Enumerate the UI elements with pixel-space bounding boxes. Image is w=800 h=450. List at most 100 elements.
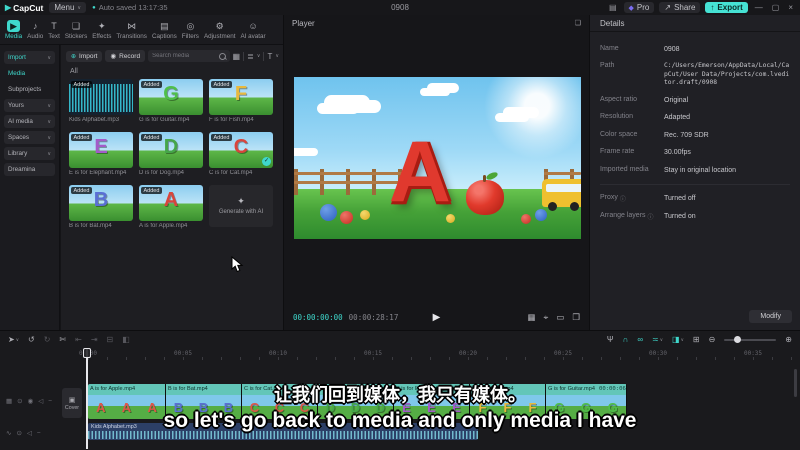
detail-label: Resolution <box>600 113 634 121</box>
autosave-status: ● Auto saved 13:17:35 <box>92 3 167 12</box>
tab-transitions[interactable]: ⋈ Transitions <box>115 20 148 40</box>
detail-label: Path <box>600 62 615 70</box>
media-toolbar: ⊕ Import ◉ Record Search media ▦ ≣ ∨ T ∨ <box>66 49 279 63</box>
select-tool[interactable]: ➤ ∨ <box>8 335 19 344</box>
zoom-slider[interactable] <box>724 336 777 343</box>
sidebar-item-library[interactable]: Library ∨ <box>4 147 55 160</box>
timeline-ruler[interactable]: 00:0000:0500:1000:1500:2000:2500:3000:35 <box>0 348 800 361</box>
media-item[interactable]: Added F F is for Fish.mp4 <box>209 79 275 123</box>
detail-value: Turned on <box>664 212 696 220</box>
detail-label: Arrange layers ⓘ <box>600 211 654 221</box>
media-item[interactable]: Added G G is for Guitar.mp4 <box>139 79 205 123</box>
sidebar-item-media[interactable]: Media <box>4 67 55 80</box>
filter-type-icon[interactable]: T <box>267 52 272 61</box>
grid-view-icon[interactable]: ▦ <box>233 52 241 61</box>
detail-row-frame-rate: Frame rate 30.00fps <box>590 144 800 161</box>
split-button[interactable]: ✄ <box>59 335 66 344</box>
media-item[interactable]: Added D D is for Dog.mp4 <box>139 132 205 176</box>
ratio-icon[interactable]: ▭ <box>556 312 564 323</box>
preview-toggle[interactable]: ≍ ∨ <box>652 335 663 344</box>
zoom-in-button[interactable]: ⊕ <box>785 335 792 344</box>
media-item[interactable]: Added A A is for Apple.mp4 <box>139 185 205 229</box>
media-thumbnail[interactable]: Added E <box>69 132 133 168</box>
feedback-icon[interactable]: ▤ <box>607 3 619 12</box>
media-item-name: D is for Dog.mp4 <box>139 170 185 176</box>
share-button[interactable]: ↗ Share <box>659 2 701 13</box>
ruler-label: 00:35 <box>743 350 763 357</box>
media-item[interactable]: Added B B is for Bat.mp4 <box>69 185 135 229</box>
delete-right-button[interactable]: ⇥ <box>91 335 98 344</box>
link-toggle[interactable]: ∞ <box>637 335 643 344</box>
tab-stickers[interactable]: ❏ Stickers <box>64 20 88 40</box>
media-thumbnail[interactable]: Added G <box>139 79 203 115</box>
layout-toggle[interactable]: ◨ ∨ <box>672 335 684 344</box>
sidebar-item-import[interactable]: Import ∨ <box>4 51 55 64</box>
sidebar-item-dreamina[interactable]: Dreamina <box>4 163 55 176</box>
close-button[interactable]: × <box>786 3 795 12</box>
total-timecode: 00:00:28:17 <box>348 312 399 322</box>
tab-ai-avatar[interactable]: ☺ AI avatar <box>239 20 266 40</box>
maximize-button[interactable]: ▢ <box>770 3 782 12</box>
snapshot-icon[interactable]: ⌖ <box>544 312 549 323</box>
media-thumbnail[interactable]: Added C ✓ <box>209 132 273 168</box>
sort-icon[interactable]: ≣ <box>247 52 254 61</box>
sidebar-item-label: Dreamina <box>8 166 36 173</box>
media-item[interactable]: Added C ✓ C is for Cat.mp4 <box>209 132 275 176</box>
tab-filters[interactable]: ◎ Filters <box>181 20 200 40</box>
expand-panel-icon[interactable]: ❏ <box>575 19 581 27</box>
media-item[interactable]: Added Kids Alphabet.mp3 <box>69 79 135 123</box>
media-item[interactable]: Added E E is for Elephant.mp4 <box>69 132 135 176</box>
tab-captions[interactable]: ▤ Captions <box>151 20 178 40</box>
sidebar-item-subprojects[interactable]: Subprojects <box>4 83 55 96</box>
tab-audio[interactable]: ♪ Audio <box>26 20 44 40</box>
detail-label: Proxy ⓘ <box>600 194 626 204</box>
modify-button[interactable]: Modify <box>749 310 792 323</box>
media-thumbnail[interactable]: Added A <box>139 185 203 221</box>
fullscreen-icon[interactable]: ❒ <box>572 312 580 323</box>
media-thumbnail[interactable]: Added B <box>69 185 133 221</box>
tab-text[interactable]: T Text <box>47 20 61 40</box>
search-input[interactable]: Search media <box>148 50 230 62</box>
menu-button[interactable]: Menu ∨ <box>49 2 87 13</box>
sidebar-item-yours[interactable]: Yours ∨ <box>4 99 55 112</box>
zoom-out-button[interactable]: ⊖ <box>709 335 716 344</box>
record-button[interactable]: ◉ Record <box>105 50 146 62</box>
mask-button[interactable]: ◧ <box>122 335 130 344</box>
media-thumbnail[interactable]: Added D <box>139 132 203 168</box>
voiceover-mic-button[interactable]: Ψ <box>607 335 614 344</box>
export-button[interactable]: ↑ Export <box>705 2 748 13</box>
sidebar-item-spaces[interactable]: Spaces ∨ <box>4 131 55 144</box>
mirror-preview-icon[interactable]: ▦ <box>528 312 536 323</box>
undo-button[interactable]: ↺ <box>28 335 35 344</box>
search-icon[interactable] <box>218 52 226 60</box>
pro-button[interactable]: ◆ Pro <box>623 2 655 13</box>
tab-media[interactable]: ▶ Media <box>4 19 23 40</box>
import-label: Import <box>79 52 98 60</box>
media-thumbnail[interactable]: Added F <box>209 79 273 115</box>
detail-value: Rec. 709 SDR <box>664 131 709 139</box>
app-logo: ▶ CapCut <box>5 3 43 13</box>
detail-row-color-space: Color space Rec. 709 SDR <box>590 127 800 144</box>
title-bar: ▶ CapCut Menu ∨ ● Auto saved 13:17:35 09… <box>0 0 800 15</box>
export-icon: ↑ <box>710 3 715 12</box>
timeline-toolbar: ➤ ∨ ↺ ↻ ✄ ⇤ ⇥ ⊟ ◧ Ψ ∩ ∞ ≍ ∨ ◨ ∨ ⊞ ⊖ ⊕ <box>0 331 800 348</box>
delete-left-button[interactable]: ⇤ <box>75 335 82 344</box>
import-button[interactable]: ⊕ Import <box>66 50 103 62</box>
generate-with-ai-button[interactable]: ✦ Generate with AI <box>209 185 273 227</box>
snap-magnet-toggle[interactable]: ∩ <box>623 335 629 344</box>
minimize-button[interactable]: — <box>753 3 765 12</box>
media-item-name: A is for Apple.mp4 <box>139 223 188 229</box>
zoom-slider-knob[interactable] <box>734 336 742 343</box>
redo-button[interactable]: ↻ <box>44 335 51 344</box>
delete-button[interactable]: ⊟ <box>107 335 114 344</box>
media-thumbnail[interactable]: Added <box>69 79 133 115</box>
detail-row-proxy: Proxy ⓘ Turned off <box>590 190 800 207</box>
tab-effects[interactable]: ✦ Effects <box>91 20 112 40</box>
tab-adjustment[interactable]: ⚙ Adjustment <box>203 20 237 40</box>
capcut-logo-icon: ▶ <box>5 3 12 12</box>
sidebar-item-label: Library <box>8 150 28 157</box>
import-plus-icon: ⊕ <box>71 53 77 60</box>
preview-canvas[interactable]: A <box>294 77 581 239</box>
preview-axis-button[interactable]: ⊞ <box>693 335 700 344</box>
sidebar-item-ai-media[interactable]: AI media ∨ <box>4 115 55 128</box>
